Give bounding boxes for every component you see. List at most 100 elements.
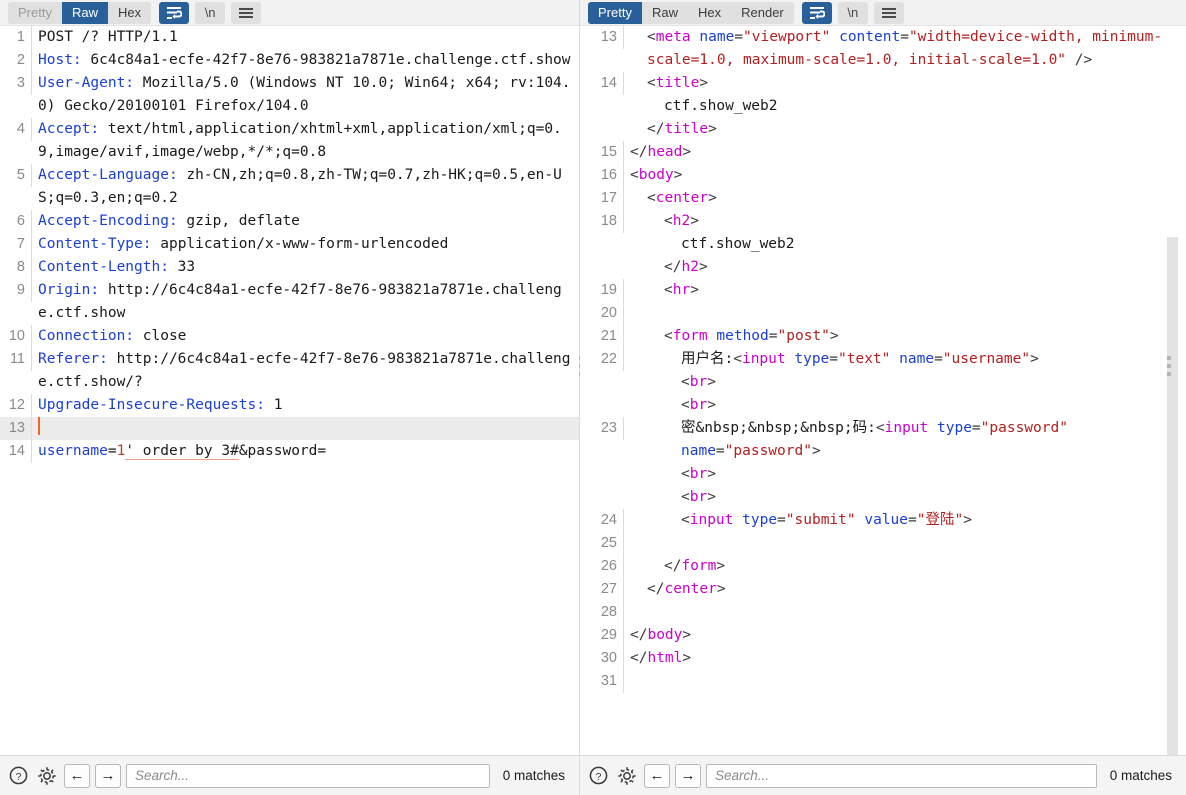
code-line[interactable]: <br> xyxy=(580,486,1186,509)
code-line-text xyxy=(32,417,579,440)
code-line[interactable]: <br> xyxy=(580,463,1186,486)
request-tab-raw[interactable]: Raw xyxy=(61,1,108,24)
code-line[interactable]: 31 xyxy=(580,670,1186,693)
code-line[interactable]: 14 username=1' order by 3#&password= xyxy=(0,440,579,463)
search-prev-button[interactable]: ← xyxy=(644,763,670,788)
code-line[interactable]: ctf.show_web2 xyxy=(580,233,1186,256)
code-line-text: Connection: close xyxy=(32,325,579,348)
code-line[interactable]: ctf.show_web2 xyxy=(580,95,1186,118)
code-line[interactable]: 26 </form> xyxy=(580,555,1186,578)
code-line[interactable]: 12 Upgrade-Insecure-Requests: 1 xyxy=(0,394,579,417)
code-line[interactable]: 9 Origin: http://6c4c84a1-ecfe-42f7-8e76-… xyxy=(0,279,579,325)
code-line[interactable]: 30 </html> xyxy=(580,647,1186,670)
line-number: 15 xyxy=(580,141,624,164)
code-line-text: Accept: text/html,application/xhtml+xml,… xyxy=(32,118,579,164)
line-number: 22 xyxy=(580,348,624,371)
code-line[interactable]: 20 xyxy=(580,302,1186,325)
code-line[interactable]: 23 密&nbsp;&nbsp;&nbsp;码:<input type="pass… xyxy=(580,417,1186,463)
code-line[interactable]: 7 Content-Type: application/x-www-form-ur… xyxy=(0,233,579,256)
help-icon[interactable]: ? xyxy=(6,764,30,788)
response-tab-pretty[interactable]: Pretty xyxy=(588,1,642,24)
token-tag: input xyxy=(689,512,734,528)
code-line[interactable]: 19 <hr> xyxy=(580,279,1186,302)
panel-splitter-right[interactable] xyxy=(1166,356,1172,376)
menu-icon[interactable] xyxy=(231,1,262,24)
code-line[interactable]: 14 <title> xyxy=(580,72,1186,95)
code-line[interactable]: <br> xyxy=(580,371,1186,394)
search-input[interactable] xyxy=(706,763,1097,788)
newline-icon[interactable]: \n xyxy=(837,1,868,24)
request-tab-hex[interactable]: Hex xyxy=(107,1,152,24)
search-prev-button[interactable]: ← xyxy=(64,763,90,788)
request-tab-pretty[interactable]: Pretty xyxy=(8,1,62,24)
code-line[interactable]: 1 POST /? HTTP/1.1 xyxy=(0,26,579,49)
response-view-tabs[interactable]: Pretty Raw Hex Render xyxy=(588,1,794,24)
request-view-tabs[interactable]: Pretty Raw Hex xyxy=(8,1,152,24)
code-line[interactable]: 18 <h2> xyxy=(580,210,1186,233)
code-line[interactable]: 2 Host: 6c4c84a1-ecfe-42f7-8e76-983821a78… xyxy=(0,49,579,72)
word-wrap-glyph xyxy=(167,6,183,19)
help-icon[interactable]: ? xyxy=(586,764,610,788)
code-line[interactable]: 16 <body> xyxy=(580,164,1186,187)
request-editor[interactable]: 1 POST /? HTTP/1.1 2 Host: 6c4c84a1-ecfe-42… xyxy=(0,26,579,755)
code-line[interactable]: 13 <meta name="viewport" content="width=d… xyxy=(580,26,1186,72)
code-line-text: <br> xyxy=(624,463,1186,486)
line-number: 6 xyxy=(0,210,32,233)
code-line[interactable]: 24 <input type="submit" value="登陆"> xyxy=(580,509,1186,532)
token-brk: > xyxy=(716,581,726,597)
code-line[interactable]: 11 Referer: http://6c4c84a1-ecfe-42f7-8e7… xyxy=(0,348,579,394)
word-wrap-icon[interactable] xyxy=(801,1,832,24)
response-vertical-scrollbar[interactable] xyxy=(1167,26,1178,755)
word-wrap-icon[interactable] xyxy=(159,1,190,24)
token-tag: br xyxy=(689,397,708,413)
code-line[interactable]: 3 User-Agent: Mozilla/5.0 (Windows NT 10.… xyxy=(0,72,579,118)
search-next-button[interactable]: → xyxy=(95,763,121,788)
code-line[interactable]: </h2> xyxy=(580,256,1186,279)
code-line-text: Content-Length: 33 xyxy=(32,256,579,279)
token-tag: h2 xyxy=(672,213,691,229)
token-brk: = xyxy=(900,29,909,45)
code-line[interactable]: 6 Accept-Encoding: gzip, deflate xyxy=(0,210,579,233)
search-input[interactable] xyxy=(126,763,490,788)
response-editor[interactable]: 13 <meta name="viewport" content="width=d… xyxy=(580,26,1186,755)
code-line[interactable]: </title> xyxy=(580,118,1186,141)
scrollbar-thumb[interactable] xyxy=(1167,237,1178,755)
code-line[interactable]: 15 </head> xyxy=(580,141,1186,164)
request-code[interactable]: 1 POST /? HTTP/1.1 2 Host: 6c4c84a1-ecfe-42… xyxy=(0,26,579,463)
token-hdr: Upgrade-Insecure-Requests: xyxy=(38,397,265,413)
code-line[interactable]: 10 Connection: close xyxy=(0,325,579,348)
line-number: 7 xyxy=(0,233,32,256)
code-line[interactable]: 25 xyxy=(580,532,1186,555)
code-line[interactable]: 8 Content-Length: 33 xyxy=(0,256,579,279)
gear-icon[interactable] xyxy=(615,764,639,788)
code-line[interactable]: 13 xyxy=(0,417,579,440)
code-line[interactable]: 22 用户名:<input type="text" name="username"… xyxy=(580,348,1186,371)
code-line[interactable]: 27 </center> xyxy=(580,578,1186,601)
code-line[interactable]: 21 <form method="post"> xyxy=(580,325,1186,348)
token-val: "username" xyxy=(942,351,1031,367)
response-tab-raw[interactable]: Raw xyxy=(641,1,688,24)
line-number: 4 xyxy=(0,118,32,141)
token-val: "text" xyxy=(838,351,891,367)
code-line[interactable]: 29 </body> xyxy=(580,624,1186,647)
request-panel: Pretty Raw Hex \n 1 POST /? HTTP/1.1 2 H… xyxy=(0,0,580,795)
response-code[interactable]: 13 <meta name="viewport" content="width=d… xyxy=(580,26,1186,693)
code-line-text: <br> xyxy=(624,486,1186,509)
token-brk: > xyxy=(682,627,692,643)
code-line[interactable]: 5 Accept-Language: zh-CN,zh;q=0.8,zh-TW;q… xyxy=(0,164,579,210)
gear-icon[interactable] xyxy=(35,764,59,788)
response-tab-hex[interactable]: Hex xyxy=(687,1,732,24)
search-next-button[interactable]: → xyxy=(675,763,701,788)
token-val: "post" xyxy=(777,328,830,344)
response-tab-render[interactable]: Render xyxy=(731,1,794,24)
code-line[interactable]: 17 <center> xyxy=(580,187,1186,210)
token-val: "password" xyxy=(980,420,1068,436)
code-line[interactable]: 28 xyxy=(580,601,1186,624)
token-brk: > xyxy=(707,489,716,505)
menu-icon[interactable] xyxy=(873,1,904,24)
code-line[interactable]: 4 Accept: text/html,application/xhtml+xml… xyxy=(0,118,579,164)
newline-icon[interactable]: \n xyxy=(195,1,226,24)
code-line-text: <form method="post"> xyxy=(624,325,1186,348)
code-line[interactable]: <br> xyxy=(580,394,1186,417)
token-attr: name xyxy=(699,29,735,45)
